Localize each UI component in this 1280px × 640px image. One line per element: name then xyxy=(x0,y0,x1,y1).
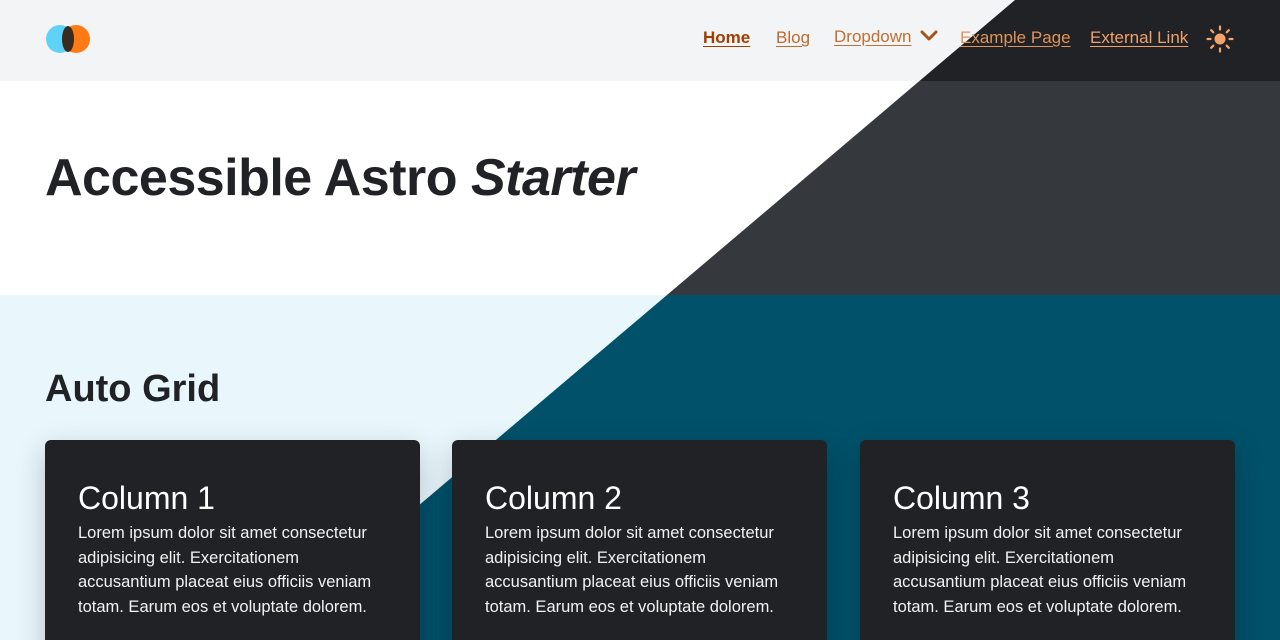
card-text: Lorem ipsum dolor sit amet consectetur a… xyxy=(78,524,372,616)
nav-link-external[interactable]: External Link xyxy=(1090,26,1188,50)
card-title: Column 2 xyxy=(485,480,622,516)
nav-link-home[interactable]: Home xyxy=(703,26,750,50)
card-text: Lorem ipsum dolor sit amet consectetur a… xyxy=(893,524,1187,616)
page-title: Accessible Astro Starter xyxy=(45,144,636,212)
card-title: Column 1 xyxy=(78,480,215,516)
page-title-main: Accessible Astro xyxy=(45,149,471,207)
logo-overlap xyxy=(62,26,74,52)
page-title-emphasis: Starter xyxy=(470,149,636,207)
grid-card: Column 2 Lorem ipsum dolor sit amet cons… xyxy=(452,440,827,640)
chevron-down-icon[interactable] xyxy=(920,27,938,45)
card-text: Lorem ipsum dolor sit amet consectetur a… xyxy=(485,524,779,616)
grid-card: Column 1 Lorem ipsum dolor sit amet cons… xyxy=(45,440,420,640)
section-title: Auto Grid xyxy=(45,368,221,410)
logo-icon[interactable] xyxy=(46,25,90,53)
nav-link-blog[interactable]: Blog xyxy=(776,26,810,50)
nav-dropdown-toggle[interactable]: Dropdown xyxy=(834,25,912,49)
sun-icon[interactable] xyxy=(1206,25,1234,53)
nav-link-example-page[interactable]: Example Page xyxy=(960,26,1071,50)
grid-card: Column 3 Lorem ipsum dolor sit amet cons… xyxy=(860,440,1235,640)
card-title: Column 3 xyxy=(893,480,1030,516)
